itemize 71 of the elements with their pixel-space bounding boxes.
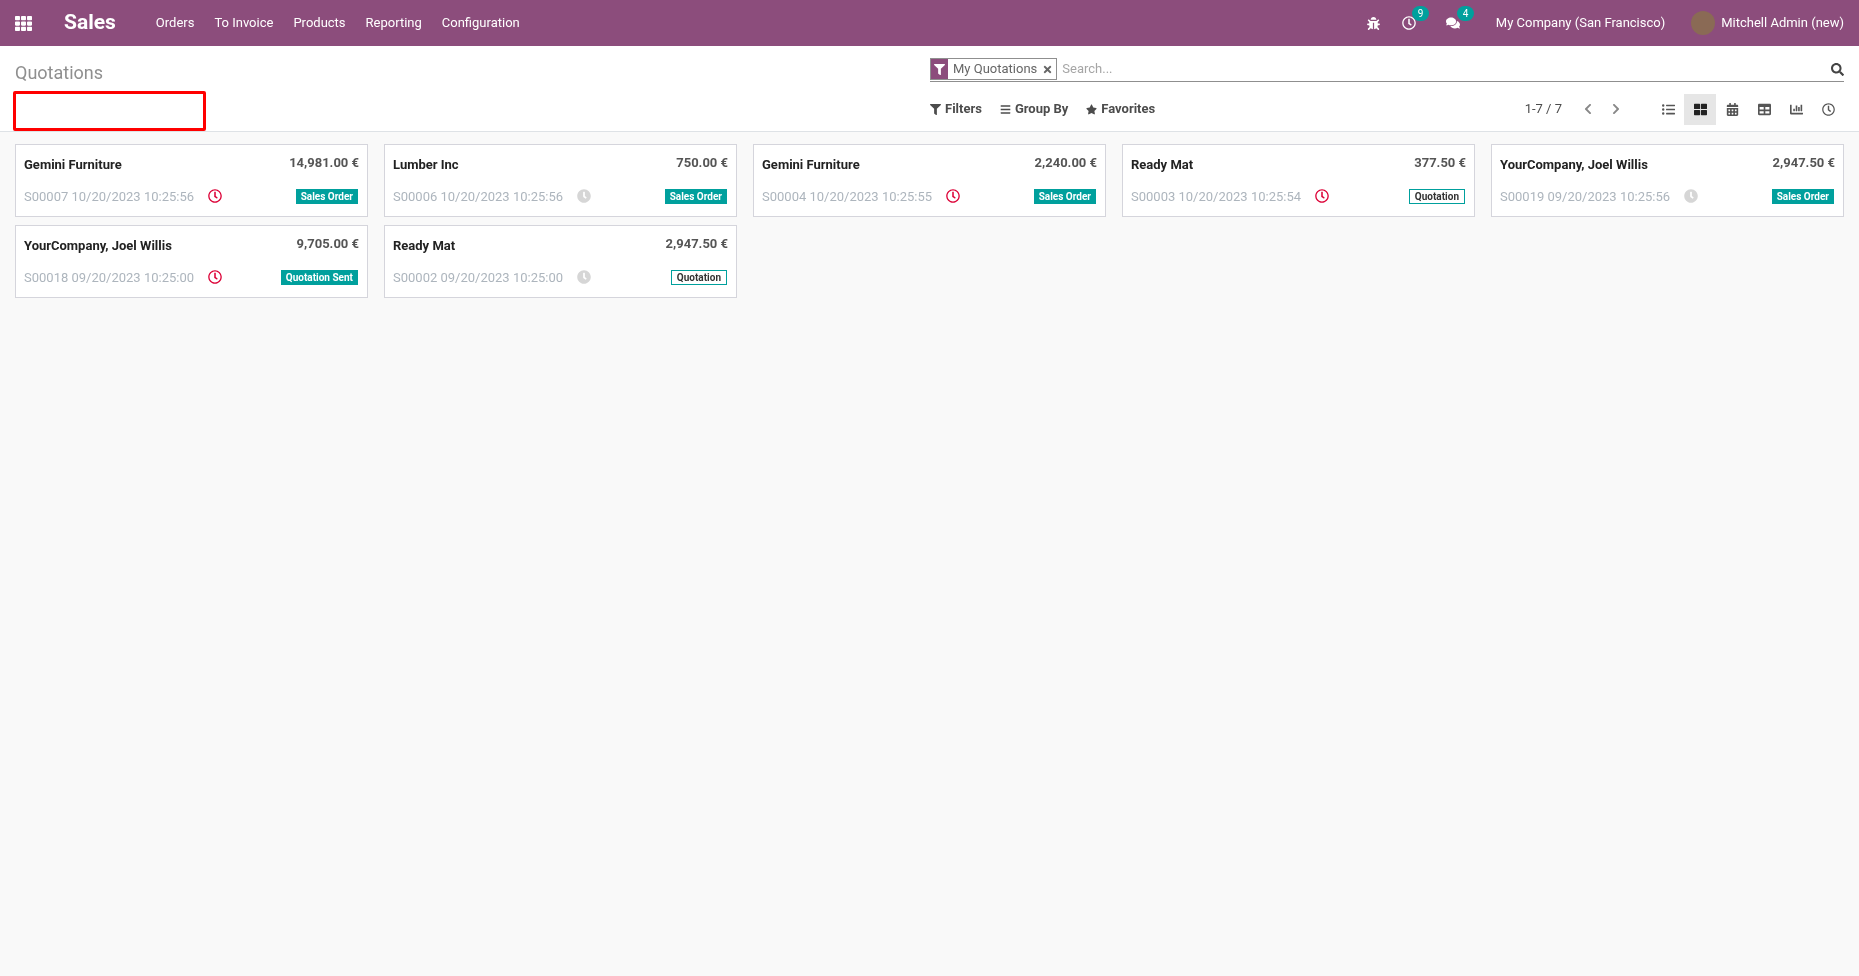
clock-icon[interactable] <box>208 189 222 204</box>
amount: 377.50 € <box>1414 154 1466 172</box>
customer-name: Ready Mat <box>393 237 456 255</box>
bug-icon[interactable] <box>1366 16 1380 30</box>
grid-view-icon[interactable] <box>1684 93 1716 125</box>
status-tag: Quotation <box>1408 188 1465 204</box>
order-reference: S00003 10/20/2023 10:25:54 <box>1131 187 1301 206</box>
customer-name: Lumber Inc <box>393 156 459 174</box>
quotation-card[interactable]: YourCompany, Joel Willis 9,705.00 € S00018 09/20/2023 10:25:00 Quotation Sent <box>15 225 368 298</box>
quotation-card[interactable]: Ready Mat 377.50 € S00003 10/20/2023 10:25:54 Quotation <box>1122 144 1475 217</box>
status-tag: Sales Order <box>664 188 727 204</box>
amount: 750.00 € <box>676 154 728 172</box>
facet-label: My Quotations <box>952 60 1039 79</box>
search-input[interactable]: Search... <box>1062 59 1831 79</box>
customer-name: Ready Mat <box>1131 156 1194 174</box>
menu-item[interactable]: Products <box>293 13 346 33</box>
clock-icon[interactable] <box>208 270 222 285</box>
page-title: Quotations <box>15 61 104 85</box>
amount: 9,705.00 € <box>296 235 359 253</box>
amount: 2,947.50 € <box>1772 154 1835 172</box>
quotation-card[interactable]: Gemini Furniture 2,240.00 € S00004 10/20/2023 10:25:55 Sales Order <box>753 144 1106 217</box>
company-switcher[interactable]: My Company (San Francisco) <box>1495 13 1666 33</box>
amount: 14,981.00 € <box>289 154 359 172</box>
activity-icon[interactable] <box>1401 16 1416 30</box>
status-tag: Quotation <box>670 269 727 285</box>
clock-icon[interactable] <box>1315 189 1329 204</box>
quotation-card[interactable]: Lumber Inc 750.00 € S00006 10/20/2023 10:25:56 Sales Order <box>384 144 737 217</box>
chat-icon[interactable] <box>1445 16 1460 30</box>
status-tag: Sales Order <box>1771 188 1834 204</box>
star-icon <box>1086 103 1098 115</box>
activity-count: 9 <box>1411 6 1430 21</box>
status-tag: Sales Order <box>1033 188 1096 204</box>
next-icon[interactable] <box>1610 103 1622 115</box>
status-tag: Sales Order <box>295 188 358 204</box>
filter-icon <box>931 59 948 79</box>
filter-dropdown[interactable]: Group By <box>999 99 1069 119</box>
status-tag: Quotation Sent <box>280 269 358 285</box>
menu-item[interactable]: To Invoice <box>214 13 274 33</box>
pager-value[interactable]: 1-7 / 7 <box>1524 99 1562 119</box>
customer-name: YourCompany, Joel Willis <box>1500 156 1648 174</box>
search-icon[interactable] <box>1831 62 1844 76</box>
order-reference: S00018 09/20/2023 10:25:00 <box>24 268 194 287</box>
menu-item[interactable]: Reporting <box>365 13 422 33</box>
filter-facet[interactable]: My Quotations <box>930 58 1058 80</box>
quotation-card[interactable]: YourCompany, Joel Willis 2,947.50 € S00019 09/20/2023 10:25:56 Sales Order <box>1491 144 1844 217</box>
user-menu[interactable]: Mitchell Admin (new) <box>1721 13 1844 33</box>
app-name[interactable]: Sales <box>64 7 116 39</box>
order-reference: S00006 10/20/2023 10:25:56 <box>393 187 563 206</box>
amount: 2,240.00 € <box>1034 154 1097 172</box>
quotation-card[interactable]: Ready Mat 2,947.50 € S00002 09/20/2023 10:25:00 Quotation <box>384 225 737 298</box>
search-bar[interactable]: My Quotations Search... <box>930 57 1844 82</box>
apps-menu-icon[interactable] <box>15 14 32 32</box>
remove-icon[interactable] <box>1042 63 1054 75</box>
clock-icon[interactable] <box>946 189 960 204</box>
order-reference: S00019 09/20/2023 10:25:56 <box>1500 187 1670 206</box>
filter-dropdown[interactable]: Favorites <box>1086 99 1156 119</box>
menu-icon <box>999 103 1011 115</box>
order-reference: S00007 10/20/2023 10:25:56 <box>24 187 194 206</box>
customer-name: Gemini Furniture <box>762 156 860 174</box>
quotation-card[interactable]: Gemini Furniture 14,981.00 € S00007 10/20/2023 10:25:56 Sales Order <box>15 144 368 217</box>
customer-name: Gemini Furniture <box>24 156 122 174</box>
filter-icon <box>930 103 941 115</box>
customer-name: YourCompany, Joel Willis <box>24 237 172 255</box>
amount: 2,947.50 € <box>665 235 728 253</box>
order-reference: S00002 09/20/2023 10:25:00 <box>393 268 563 287</box>
order-reference: S00004 10/20/2023 10:25:55 <box>762 187 932 206</box>
previous-icon[interactable] <box>1582 103 1594 115</box>
menu-item[interactable]: Configuration <box>441 13 520 33</box>
message-count: 4 <box>1456 6 1475 21</box>
menu-item[interactable]: Orders <box>155 13 195 33</box>
filter-dropdown[interactable]: Filters <box>930 99 982 119</box>
